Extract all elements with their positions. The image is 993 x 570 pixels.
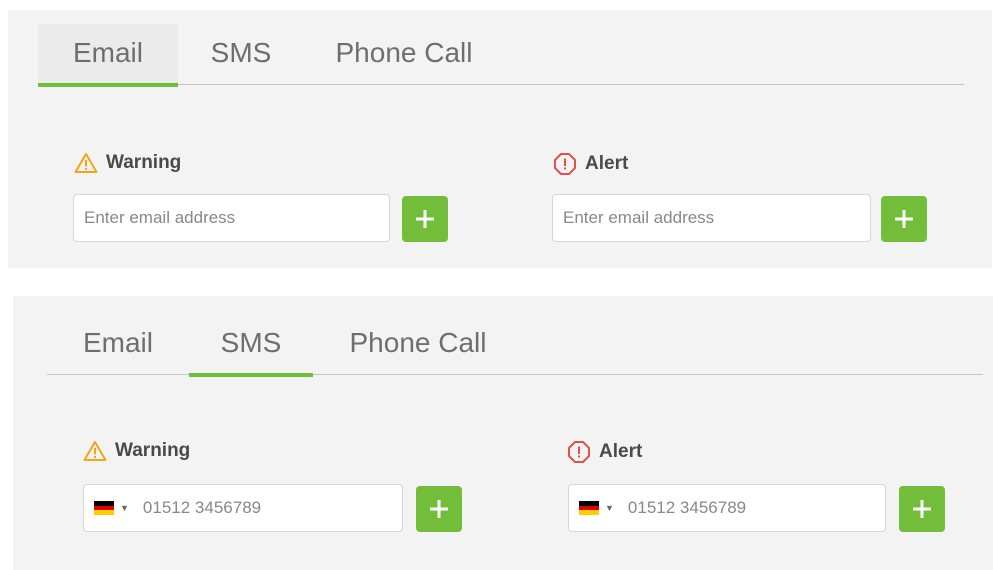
alert-phone-input[interactable]: ▼ 01512 3456789 [568, 484, 886, 532]
add-alert-phone-button[interactable] [899, 486, 945, 532]
warning-icon [74, 152, 98, 174]
add-warning-email-button[interactable] [402, 196, 448, 242]
alert-label-text: Alert [585, 153, 629, 174]
warning-icon [83, 440, 107, 462]
add-warning-phone-button[interactable] [416, 486, 462, 532]
alert-phone-placeholder: 01512 3456789 [627, 498, 747, 517]
warning-phone-placeholder: 01512 3456789 [142, 498, 262, 517]
alert-octagon-icon [567, 440, 591, 464]
warning-email-input[interactable]: Enter email address [73, 194, 390, 242]
alert-label-text: Alert [599, 441, 643, 462]
flag-germany-icon[interactable] [94, 501, 114, 516]
caret-down-icon[interactable]: ▼ [605, 503, 614, 513]
tab-sms[interactable]: SMS [189, 314, 313, 377]
warning-label-text: Warning [115, 440, 191, 461]
plus-icon [895, 210, 913, 228]
alert-label: Alert [567, 440, 642, 464]
sms-tab-panel: Email SMS Phone Call Warning ▼ 01512 345… [13, 296, 993, 570]
tab-bar: Email SMS Phone Call [47, 314, 983, 377]
warning-label: Warning [83, 440, 190, 462]
plus-icon [430, 500, 448, 518]
caret-down-icon[interactable]: ▼ [120, 503, 129, 513]
plus-icon [913, 500, 931, 518]
warning-label-text: Warning [106, 152, 182, 173]
tab-phone-call[interactable]: Phone Call [304, 24, 504, 84]
add-alert-email-button[interactable] [881, 196, 927, 242]
warning-email-placeholder: Enter email address [84, 208, 236, 227]
email-tab-panel: Email SMS Phone Call Warning Enter email… [8, 10, 992, 268]
plus-icon [416, 210, 434, 228]
alert-email-placeholder: Enter email address [563, 208, 715, 227]
warning-phone-input[interactable]: ▼ 01512 3456789 [83, 484, 403, 532]
alert-octagon-icon [553, 152, 577, 176]
warning-label: Warning [74, 152, 181, 174]
alert-email-input[interactable]: Enter email address [552, 194, 871, 242]
alert-label: Alert [553, 152, 628, 176]
flag-germany-icon[interactable] [579, 501, 599, 516]
tab-email[interactable]: Email [38, 24, 178, 87]
tab-phone-call[interactable]: Phone Call [313, 314, 523, 374]
tab-sms[interactable]: SMS [178, 24, 304, 84]
tab-bar: Email SMS Phone Call [38, 24, 964, 87]
tab-email[interactable]: Email [47, 314, 189, 374]
